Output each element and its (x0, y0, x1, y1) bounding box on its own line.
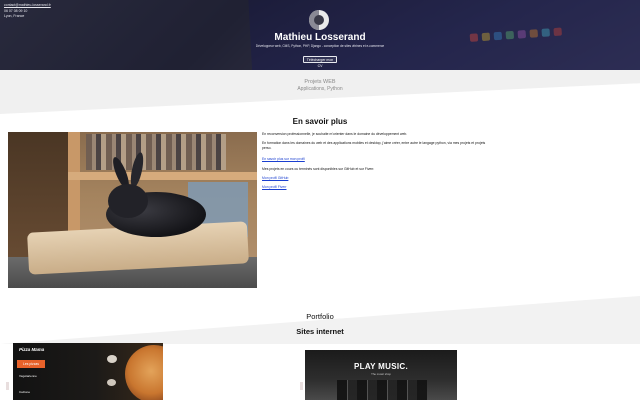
about-paragraph-3: Mes projets en cours ou terminés sont di… (262, 166, 375, 171)
mushroom-image (107, 379, 116, 386)
pizza-item: Calzone (19, 390, 31, 394)
pizza-mama-card[interactable]: Pizza Mama Les pizzas Végétarienne Calzo… (13, 343, 163, 400)
github-link[interactable]: Mon profil GitHub (262, 176, 494, 180)
fiverr-link[interactable]: Mon profil Fiverr (262, 185, 494, 189)
pizza-image (125, 345, 163, 400)
music-title: PLAY MUSIC. (354, 362, 408, 371)
logo-icon[interactable] (309, 10, 329, 30)
contact-city: Lyon, France (4, 14, 25, 19)
pizza-cta-button[interactable]: Les pizzas (17, 360, 45, 368)
section-divider (0, 70, 640, 114)
about-paragraph-1: En reconversion professionnelle, je souh… (262, 132, 408, 136)
portfolio-title: Portfolio (306, 312, 334, 321)
profile-link[interactable]: En savoir plus sur mon profil (262, 157, 494, 161)
about-text: En reconversion professionnelle, je souh… (262, 132, 494, 190)
about-title: En savoir plus (292, 117, 348, 126)
projects-heading: Projets WEB (304, 79, 336, 85)
play-music-card[interactable]: PLAY MUSIC. The music shop (305, 350, 457, 400)
music-subtitle: The music shop (371, 372, 391, 376)
card-border (6, 382, 9, 390)
projects-subheading: Applications, Python (297, 86, 343, 92)
pizza-item: Végétarienne (19, 374, 37, 378)
about-paragraph-2: En formation dans les domaines du web et… (262, 141, 486, 150)
hero-tagline: Développeur web, CMS, Python, PHP, Djang… (255, 44, 385, 48)
mushroom-image (107, 355, 117, 363)
contact-info: contact@mathieu-losserand.fr 06 07 08 09… (4, 3, 84, 20)
download-cv-button[interactable]: Télécharger mon CV (303, 56, 337, 68)
amplifiers-image (337, 380, 427, 400)
card-border (300, 382, 303, 390)
rabbit-photo (8, 132, 257, 288)
pizza-brand: Pizza Mama (19, 347, 45, 352)
sites-title: Sites internet (296, 327, 344, 336)
hero-name: Mathieu Losserand (274, 32, 366, 43)
